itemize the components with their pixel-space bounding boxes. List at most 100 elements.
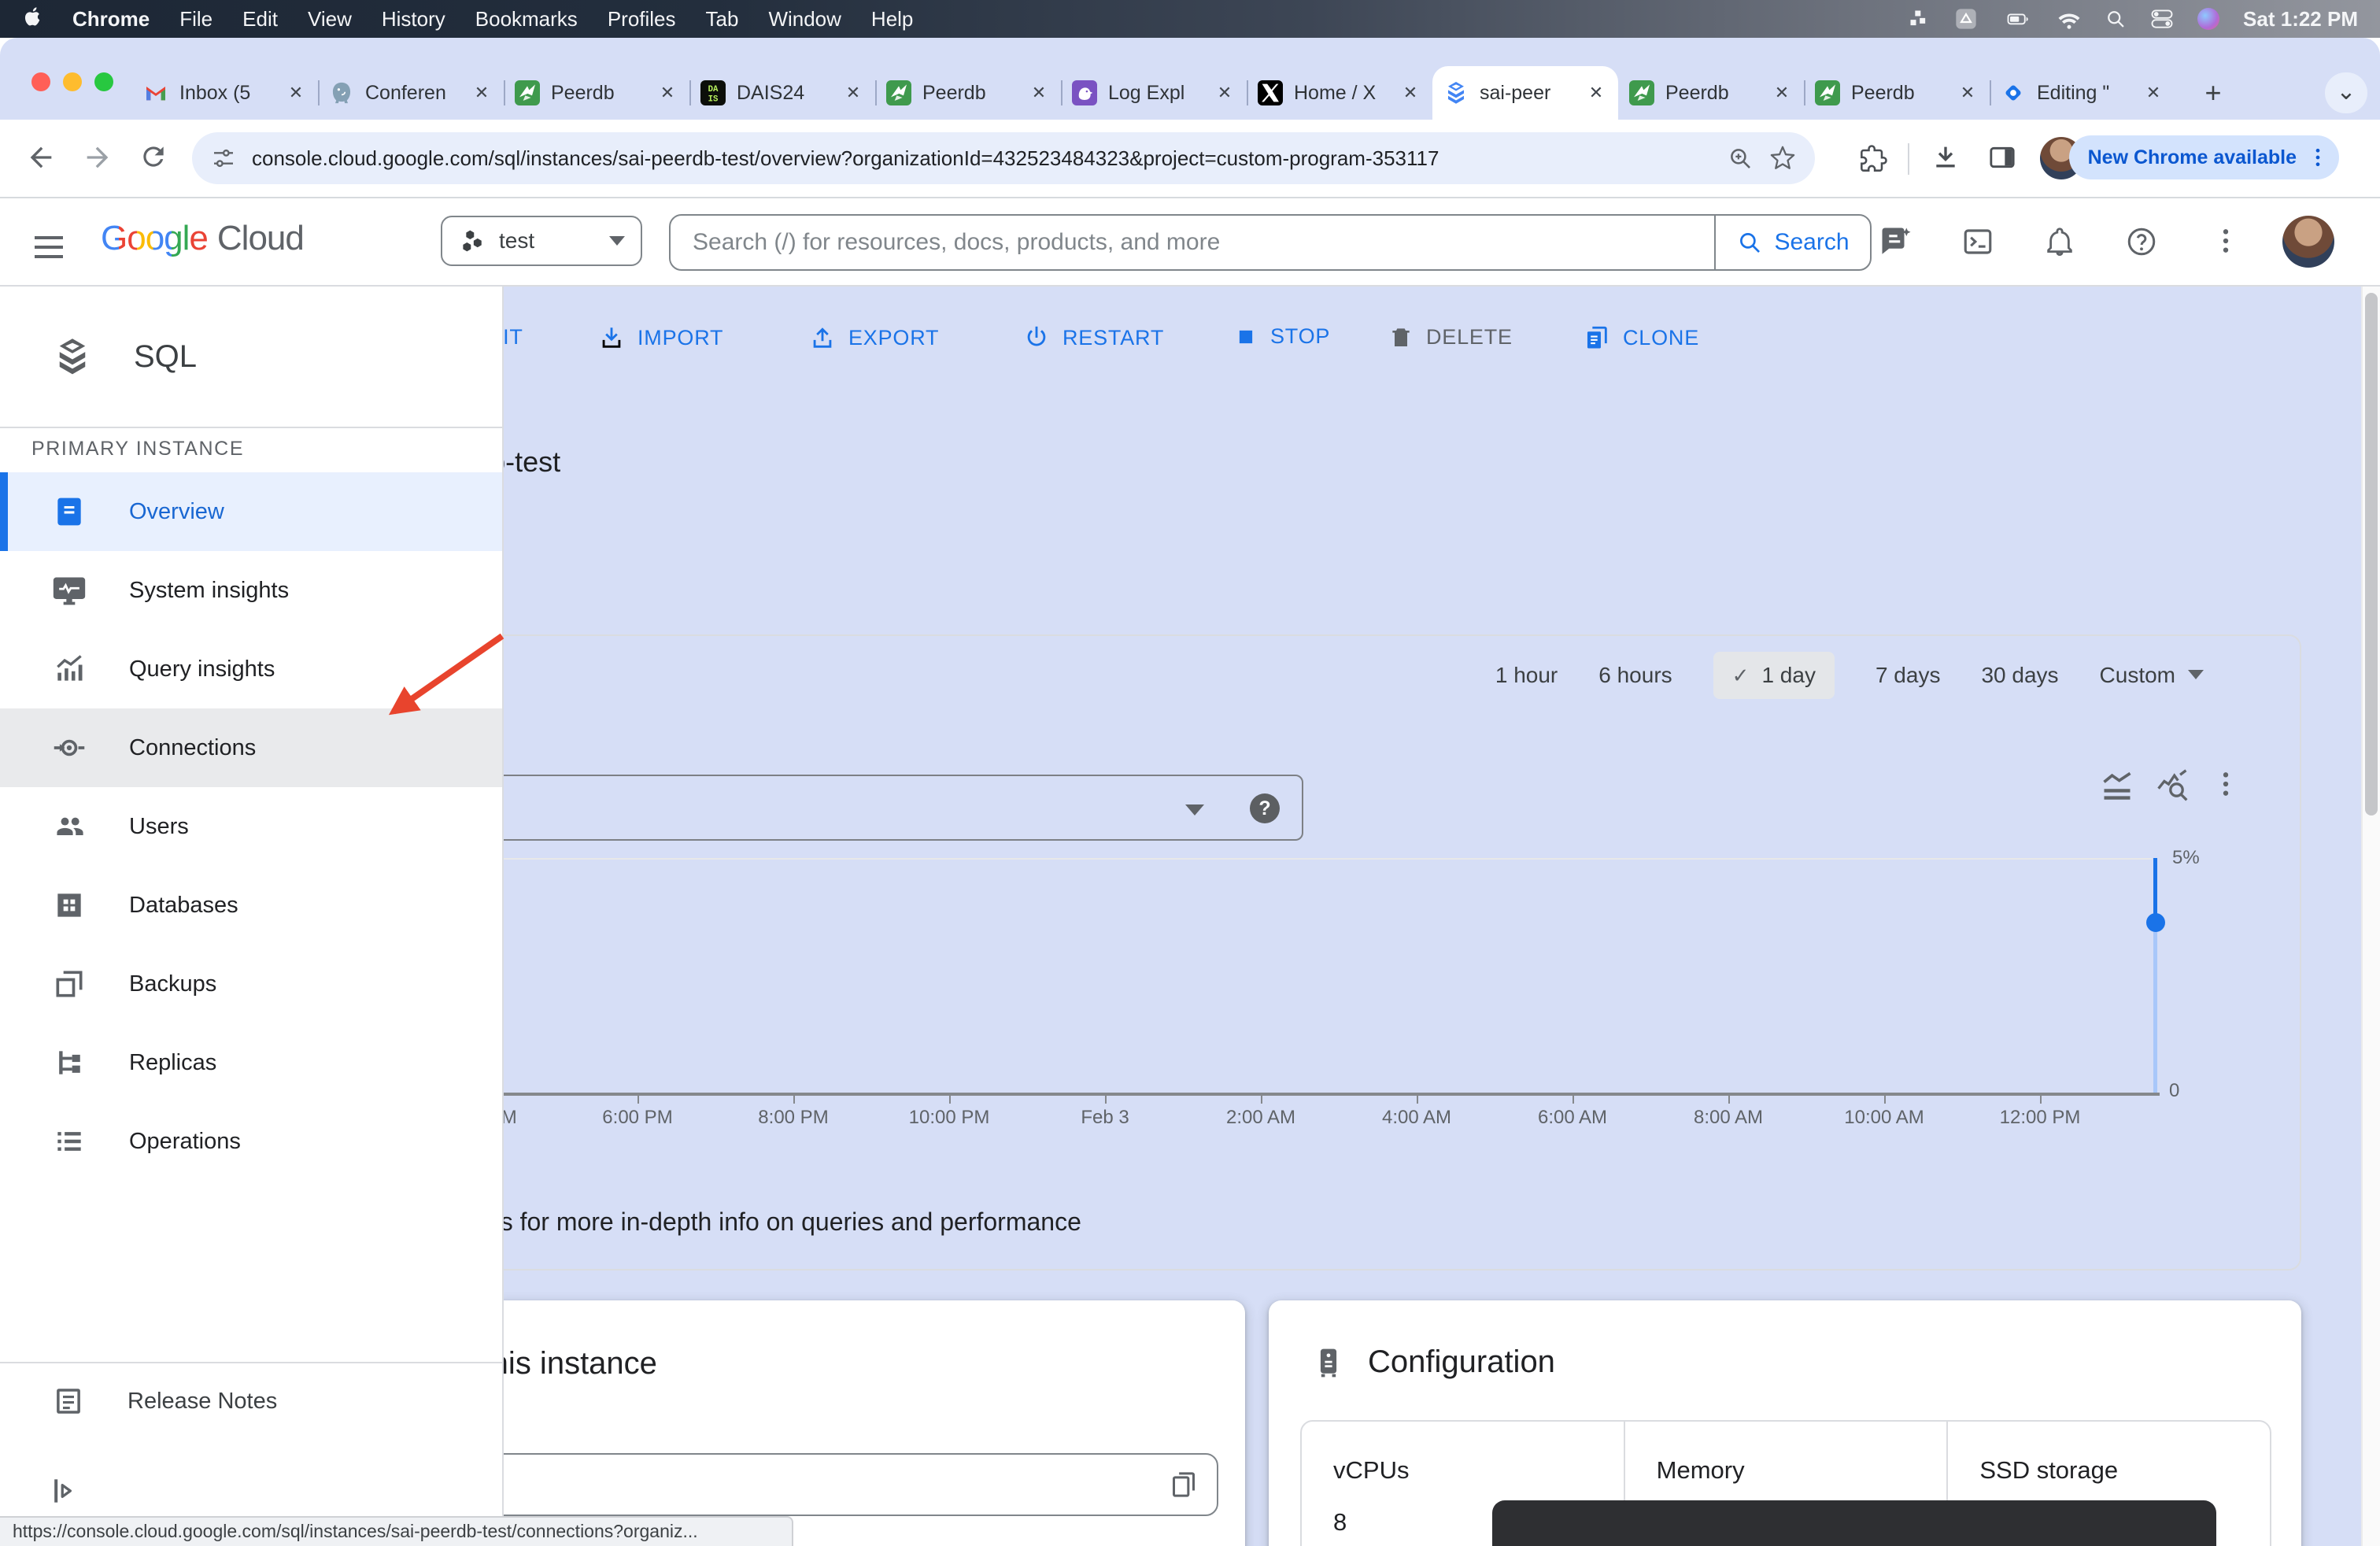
- bookmark-star-icon[interactable]: [1769, 145, 1796, 172]
- tab-close-icon[interactable]: [1957, 82, 1979, 104]
- apple-menu-icon[interactable]: [22, 8, 44, 30]
- downloads-icon[interactable]: [1930, 142, 1961, 173]
- zoom-page-icon[interactable]: [1727, 145, 1754, 172]
- sidebar-item-system-insights[interactable]: System insights: [0, 551, 502, 630]
- tab-peerdb-1[interactable]: Peerdb: [504, 66, 689, 120]
- menu-bookmarks[interactable]: Bookmarks: [475, 7, 578, 31]
- sidebar-item-connections[interactable]: Connections: [0, 708, 502, 787]
- sidebar-item-databases[interactable]: Databases: [0, 866, 502, 945]
- range-30-days[interactable]: 30 days: [1981, 663, 2058, 688]
- chart-kebab-icon[interactable]: [2210, 768, 2241, 803]
- export-button[interactable]: EXPORT: [809, 324, 939, 351]
- tab-peerdb-4[interactable]: Peerdb: [1804, 66, 1990, 120]
- sidebar-item-operations[interactable]: Operations: [0, 1102, 502, 1181]
- tab-peerdb-3[interactable]: Peerdb: [1618, 66, 1804, 120]
- tab-conference[interactable]: Conferen: [318, 66, 504, 120]
- extensions-icon[interactable]: [1859, 143, 1889, 173]
- range-6-hours[interactable]: 6 hours: [1598, 663, 1672, 688]
- gcp-search-input[interactable]: [671, 216, 1714, 269]
- window-zoom-button[interactable]: [94, 72, 113, 91]
- restart-button[interactable]: RESTART: [1023, 324, 1164, 351]
- stop-button[interactable]: STOP: [1234, 324, 1330, 349]
- url-text[interactable]: console.cloud.google.com/sql/instances/s…: [252, 146, 1711, 171]
- new-tab-button[interactable]: [2194, 76, 2232, 113]
- range-1-hour[interactable]: 1 hour: [1495, 663, 1558, 688]
- scrollbar-thumb[interactable]: [2365, 293, 2378, 816]
- side-panel-icon[interactable]: [1986, 142, 2018, 173]
- tab-peerdb-2[interactable]: Peerdb: [875, 66, 1061, 120]
- latest-data-point[interactable]: [2146, 913, 2165, 932]
- delete-button[interactable]: DELETE: [1388, 324, 1513, 350]
- tab-close-icon[interactable]: [1214, 82, 1236, 104]
- collapse-drawer-icon[interactable]: [47, 1474, 82, 1508]
- app-status-icon[interactable]: [1953, 6, 1979, 31]
- clone-button[interactable]: CLONE: [1584, 324, 1699, 351]
- stats-menu-icon[interactable]: [1908, 8, 1930, 30]
- sidebar-item-overview[interactable]: Overview: [0, 472, 502, 551]
- chrome-update-button[interactable]: New Chrome available: [2069, 135, 2339, 179]
- window-minimize-button[interactable]: [63, 72, 82, 91]
- tab-close-icon[interactable]: [285, 82, 307, 104]
- range-1-day-selected[interactable]: 1 day: [1713, 652, 1835, 699]
- sidebar-item-query-insights[interactable]: Query insights: [0, 630, 502, 708]
- tab-sai-peerdb-active[interactable]: sai-peer: [1432, 66, 1618, 120]
- sidebar-item-backups[interactable]: Backups: [0, 945, 502, 1023]
- connection-string-field[interactable]: [472, 1453, 1218, 1516]
- sidebar-item-release-notes[interactable]: Release Notes: [0, 1363, 554, 1439]
- range-7-days[interactable]: 7 days: [1876, 663, 1941, 688]
- wifi-icon[interactable]: [2057, 7, 2081, 31]
- tab-log-explorer[interactable]: Log Expl: [1061, 66, 1247, 120]
- tab-close-icon[interactable]: [842, 82, 864, 104]
- tab-dais24[interactable]: DAIS24: [689, 66, 875, 120]
- menu-edit[interactable]: Edit: [242, 7, 278, 31]
- siri-icon[interactable]: [2197, 8, 2219, 30]
- back-button[interactable]: [25, 142, 57, 173]
- sidebar-item-users[interactable]: Users: [0, 787, 502, 866]
- notifications-bell-icon[interactable]: [2043, 225, 2076, 258]
- tab-close-icon[interactable]: [2142, 82, 2164, 104]
- gcp-search-button[interactable]: Search: [1714, 216, 1870, 269]
- forward-button[interactable]: [82, 142, 113, 173]
- copy-icon[interactable]: [1168, 1469, 1199, 1500]
- tab-close-icon[interactable]: [471, 82, 493, 104]
- tab-inbox[interactable]: Inbox (5: [132, 66, 318, 120]
- tab-close-icon[interactable]: [1771, 82, 1793, 104]
- menu-help[interactable]: Help: [871, 7, 913, 31]
- battery-icon[interactable]: [2002, 7, 2034, 31]
- menu-bar-clock[interactable]: Sat 1:22 PM: [2243, 7, 2358, 31]
- reload-button[interactable]: [139, 142, 168, 172]
- url-bar[interactable]: console.cloud.google.com/sql/instances/s…: [192, 132, 1815, 184]
- update-kebab-icon[interactable]: [2306, 146, 2330, 169]
- range-custom[interactable]: Custom: [2100, 663, 2204, 688]
- window-close-button[interactable]: [31, 72, 50, 91]
- menu-window[interactable]: Window: [768, 7, 841, 31]
- more-options-kebab-icon[interactable]: [2210, 225, 2241, 257]
- metric-selector-dropdown[interactable]: [482, 775, 1303, 841]
- metric-help-icon[interactable]: [1250, 793, 1280, 823]
- cloud-shell-icon[interactable]: [1961, 225, 1994, 258]
- control-center-icon[interactable]: [2150, 7, 2174, 31]
- import-button[interactable]: IMPORT: [598, 324, 723, 351]
- page-scrollbar[interactable]: [2361, 287, 2380, 1546]
- menu-app-name[interactable]: Chrome: [72, 7, 150, 31]
- menu-history[interactable]: History: [382, 7, 445, 31]
- gcp-account-avatar[interactable]: [2282, 216, 2334, 268]
- menu-profiles[interactable]: Profiles: [608, 7, 676, 31]
- explore-chart-icon[interactable]: [2155, 768, 2190, 803]
- tab-search-chevron-button[interactable]: [2325, 72, 2367, 113]
- sidebar-item-replicas[interactable]: Replicas: [0, 1023, 502, 1102]
- menu-file[interactable]: File: [179, 7, 213, 31]
- tab-close-icon[interactable]: [1585, 82, 1607, 104]
- site-settings-icon[interactable]: [211, 146, 236, 171]
- google-cloud-logo[interactable]: Google Cloud: [101, 219, 304, 258]
- hamburger-menu-icon[interactable]: [35, 230, 63, 264]
- spotlight-icon[interactable]: [2105, 8, 2127, 30]
- menu-view[interactable]: View: [308, 7, 352, 31]
- tab-close-icon[interactable]: [1028, 82, 1050, 104]
- project-selector-button[interactable]: test: [441, 216, 642, 266]
- tab-editing-doc[interactable]: Editing ": [1990, 66, 2175, 120]
- chart-style-icon[interactable]: [2100, 768, 2134, 803]
- feedback-icon[interactable]: [1879, 225, 1913, 258]
- menu-tab[interactable]: Tab: [706, 7, 739, 31]
- tab-close-icon[interactable]: [1399, 82, 1421, 104]
